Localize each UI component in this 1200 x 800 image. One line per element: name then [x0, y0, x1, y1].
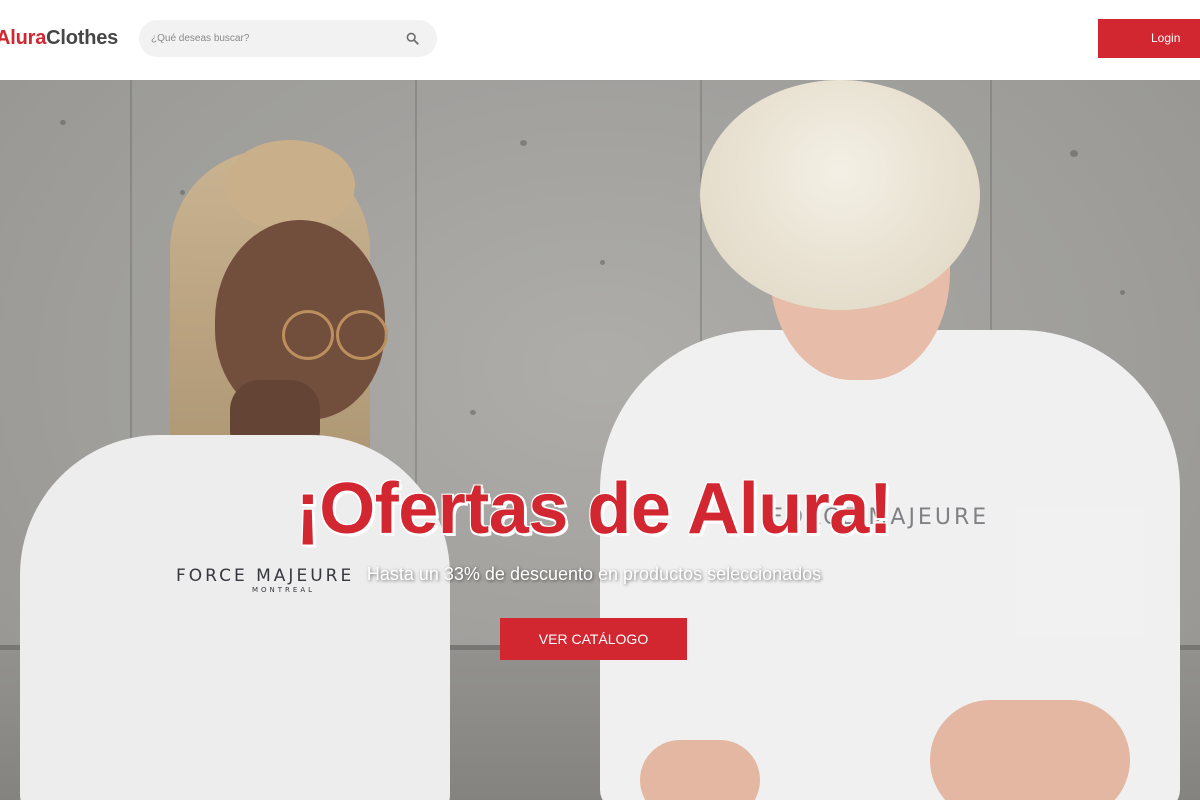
logo-alura-text: Alura	[0, 27, 47, 49]
hero-subtitle: Hasta un 33% de descuento en productos s…	[366, 564, 822, 584]
search-icon[interactable]	[406, 32, 419, 45]
login-button[interactable]: Login	[1098, 19, 1200, 58]
site-header: AluraClothes Login	[0, 0, 1200, 80]
search-input[interactable]	[151, 20, 391, 57]
logo-clothes-text: Clothes	[46, 27, 119, 49]
hero-banner: FORCE MAJEURE MONTREAL FORCE MAJEURE ¡Of…	[0, 80, 1200, 800]
logo[interactable]: AluraClothes	[0, 27, 118, 50]
search-bar	[139, 20, 437, 57]
hero-title: ¡Ofertas de Alura!	[295, 469, 893, 549]
hero-overlay	[0, 80, 1200, 800]
view-catalog-button[interactable]: VER CATÁLOGO	[500, 618, 687, 660]
login-button-label: Login	[1151, 31, 1181, 45]
